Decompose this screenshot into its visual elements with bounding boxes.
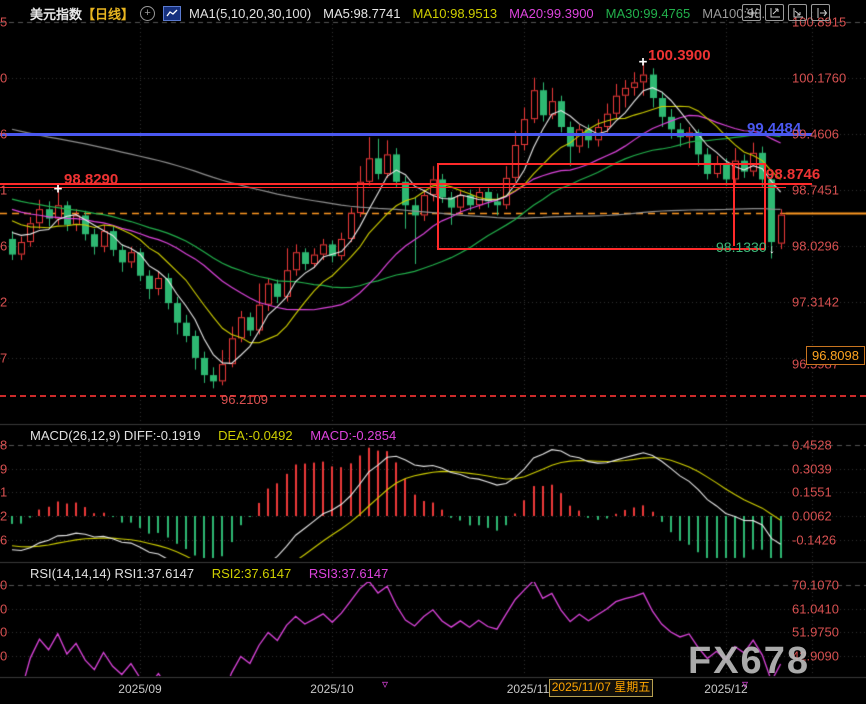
event-arrow-icon: ▿ (382, 678, 388, 690)
rsi1-label: RSI(14,14,14) RSI1:37.6147 (30, 566, 194, 581)
axis-label-fragment: 0 (0, 650, 7, 663)
axis-label-fragment: 7 (0, 352, 7, 365)
rsi-axis-label: 51.9750 (792, 626, 839, 639)
axis-label-fragment: 6 (0, 534, 7, 547)
resistance-line-blue[interactable] (0, 133, 812, 136)
rsi2-label: RSI2:37.6147 (212, 566, 292, 581)
axis-label-fragment: 1 (0, 486, 7, 499)
x-axis-label: 2025/11 (507, 683, 550, 695)
axis-label-fragment: 2 (0, 296, 7, 309)
level-label-988290: 98.8290 (64, 172, 118, 187)
plus-circle-icon[interactable]: + (140, 6, 155, 21)
sell-arrow-icon: ↓ (769, 243, 775, 255)
y-axis-scale-icon[interactable] (765, 4, 784, 21)
level-label-981330: 98.1330 (716, 240, 767, 254)
crosshair-price-box: 96.8098 (806, 346, 865, 365)
trading-app-window: { "header": { "title": "美元指数", "period":… (0, 0, 866, 704)
level-label-988746: 98.8746 (766, 167, 820, 182)
macd-axis-label: -0.1426 (792, 534, 836, 547)
macd-axis-label: 0.1551 (792, 486, 832, 499)
macd-axis-label: 0.4528 (792, 439, 832, 452)
exit-fullscreen-icon[interactable] (811, 4, 830, 21)
range-box-inner-line[interactable] (733, 163, 735, 246)
range-box-annotation[interactable] (437, 163, 766, 250)
swing-low-label: 96.2109 (221, 393, 268, 406)
ma-value-label: MA30:99.4765 (606, 6, 691, 21)
line-chart-glyph (166, 9, 178, 18)
macd-bar-label: MACD:-0.2854 (310, 428, 396, 443)
chart-type-icon[interactable] (163, 6, 181, 21)
ma-legend: MA5:98.7741 MA10:98.9513 MA20:99.3900 MA30:… (311, 6, 765, 21)
extreme-cross-marker: + (639, 55, 648, 70)
macd-legend: MACD(26,12,9) DIFF:-0.1919 DEA:-0.0492 M… (30, 428, 410, 443)
ma-value-label: MA10:98.9513 (413, 6, 498, 21)
ma-value-label: MA20:99.3900 (509, 6, 594, 21)
ma-value-label: MA5:98.7741 (323, 6, 400, 21)
history-low-dashed-line[interactable] (0, 395, 866, 397)
macd-axis-label: 0.0062 (792, 510, 832, 523)
axis-label-fragment: 9 (0, 463, 7, 476)
macd-axis-label: 0.3039 (792, 463, 832, 476)
axis-label-fragment: 0 (0, 626, 7, 639)
x-axis-scale-icon[interactable] (788, 4, 807, 21)
macd-dea-label: DEA:-0.0492 (218, 428, 292, 443)
rsi-axis-label: 70.1070 (792, 579, 839, 592)
axis-label-fragment: 1 (0, 184, 7, 197)
axis-label-fragment: 8 (0, 439, 7, 452)
macd-diff-label: MACD(26,12,9) DIFF:-0.1919 (30, 428, 201, 443)
axis-label-fragment: 0 (0, 72, 7, 85)
price-axis-label: 98.7451 (792, 184, 839, 197)
axis-label-fragment: 6 (0, 240, 7, 253)
rsi-axis-label: 61.0410 (792, 603, 839, 616)
chart-canvas[interactable] (0, 0, 866, 704)
x-axis-label: 2025/09 (118, 683, 161, 695)
rsi3-label: RSI3:37.6147 (309, 566, 389, 581)
axis-label-fragment: 6 (0, 128, 7, 141)
axis-label-fragment: 0 (0, 579, 7, 592)
instrument-title: 美元指数 (30, 4, 82, 23)
swing-high-label: 100.3900 (648, 48, 711, 63)
rsi-legend: RSI(14,14,14) RSI1:37.6147 RSI2:37.6147 … (30, 566, 402, 581)
price-axis-label: 98.0296 (792, 240, 839, 253)
price-axis-label: 100.1760 (792, 72, 846, 85)
axis-label-fragment: 2 (0, 510, 7, 523)
fx678-watermark: FX678 (688, 640, 810, 683)
crosshair-date-box: 2025/11/07 星期五 (549, 679, 653, 697)
period-label: 【日线】 (82, 4, 134, 23)
chart-header: 美元指数 【日线】 + MA1(5,10,20,30,100) MA5:98.7… (0, 0, 866, 26)
pan-icon[interactable] (742, 4, 761, 21)
price-axis-label: 99.4606 (792, 128, 839, 141)
x-axis-label: 2025/10 (310, 683, 353, 695)
chart-toolbar (738, 4, 830, 21)
ma-group-label: MA1(5,10,20,30,100) (189, 6, 311, 21)
axis-label-fragment: 0 (0, 603, 7, 616)
price-axis-label: 97.3142 (792, 296, 839, 309)
extreme-cross-marker: + (54, 182, 63, 197)
